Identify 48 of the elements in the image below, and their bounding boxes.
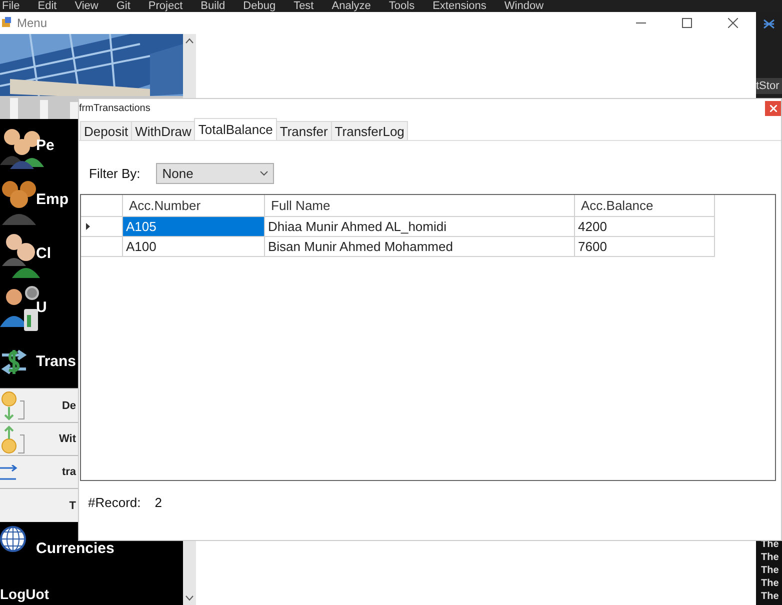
output-line: The <box>761 578 780 590</box>
table-cell: 7600 <box>575 237 715 257</box>
tab[interactable]: Deposit <box>80 121 132 140</box>
menu-item[interactable]: Edit <box>38 0 57 12</box>
globe-icon <box>0 526 26 552</box>
dialog-title: frmTransactions <box>79 102 150 114</box>
menu-item[interactable]: Extensions <box>432 0 486 12</box>
menu-item[interactable]: Test <box>294 0 314 12</box>
close-button[interactable] <box>765 100 781 116</box>
menu-item[interactable]: View <box>74 0 98 12</box>
tab[interactable]: Transfer <box>276 121 332 140</box>
menu-item[interactable]: File <box>2 0 20 12</box>
tab[interactable]: TransferLog <box>330 121 408 140</box>
menu-item[interactable]: Build <box>200 0 226 12</box>
filter-label: Filter By: <box>89 166 140 181</box>
coin-up-arrow-icon <box>0 424 26 455</box>
output-line: The <box>761 552 780 564</box>
table-cell: Bisan Munir Ahmed Mohammed <box>265 237 575 257</box>
table-cell: A100 <box>123 237 265 257</box>
record-count: 2 <box>154 495 162 510</box>
window-title: Menu <box>17 16 48 30</box>
menu-item[interactable]: Project <box>148 0 183 12</box>
filter-dropdown[interactable]: None <box>156 163 274 184</box>
output-line: The <box>761 591 780 603</box>
coin-down-arrow-icon <box>0 391 26 422</box>
corner-header <box>81 195 123 217</box>
menu-item[interactable]: Analyze <box>332 0 371 12</box>
panel-tab[interactable]: tStor <box>756 78 782 94</box>
transfer-arrows-icon <box>0 465 18 482</box>
maximize-icon <box>682 18 692 28</box>
status-icon <box>763 18 775 30</box>
table-cell: A105 <box>123 217 265 237</box>
menu-item[interactable]: Git <box>116 0 130 12</box>
scroll-down-icon <box>185 595 194 601</box>
output-line: The <box>761 565 780 577</box>
menu-item[interactable]: Tools <box>388 0 415 12</box>
app-icon <box>2 17 12 29</box>
current-row-icon <box>86 223 90 230</box>
table-cell: Dhiaa Munir Ahmed AL_homidi <box>265 217 575 237</box>
scroll-up-icon <box>185 38 194 44</box>
menu-item[interactable]: Window <box>504 0 544 12</box>
record-label: #Record: <box>88 495 141 510</box>
chevron-down-icon <box>260 171 268 176</box>
menu-item[interactable]: Debug <box>243 0 276 12</box>
tab[interactable]: WithDraw <box>131 121 196 140</box>
close-icon <box>728 18 738 28</box>
close-icon <box>770 104 776 112</box>
table-cell: 4200 <box>575 217 715 237</box>
